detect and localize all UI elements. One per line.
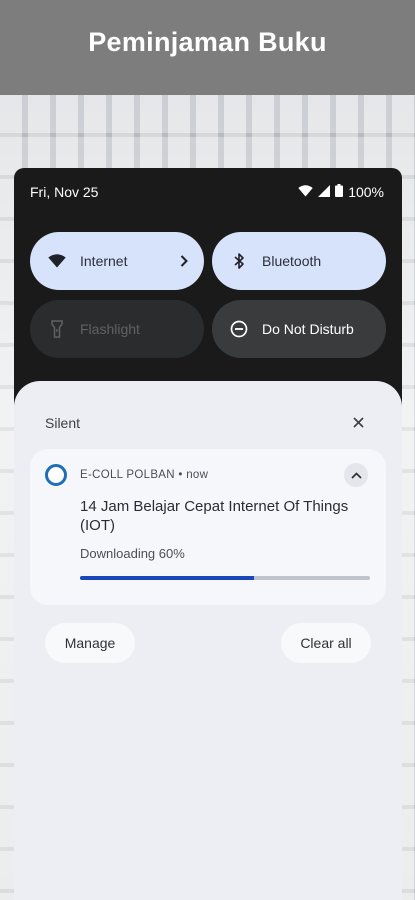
status-date: Fri, Nov 25: [30, 184, 99, 200]
tile-label: Bluetooth: [262, 253, 322, 269]
flashlight-icon: [46, 318, 68, 340]
progress-fill: [80, 576, 254, 580]
status-icons: 100%: [298, 184, 384, 200]
notification-shade: Silent E-COLL POLBAN • now 14 Jam Belaja…: [14, 381, 402, 900]
separator: •: [178, 469, 183, 481]
battery-percent: 100%: [348, 184, 384, 200]
wifi-icon: [298, 184, 313, 200]
bluetooth-icon: [228, 250, 250, 272]
tile-label: Do Not Disturb: [262, 321, 354, 337]
clear-all-button[interactable]: Clear all: [281, 623, 371, 663]
manage-button[interactable]: Manage: [45, 623, 135, 663]
notification-time: now: [186, 469, 209, 481]
banner-title: Peminjaman Buku: [88, 27, 327, 57]
tile-flashlight[interactable]: Flashlight: [30, 300, 204, 358]
tile-do-not-disturb[interactable]: Do Not Disturb: [212, 300, 386, 358]
notification-card[interactable]: E-COLL POLBAN • now 14 Jam Belajar Cepat…: [30, 449, 386, 605]
chevron-right-icon: [180, 255, 188, 267]
close-icon[interactable]: [348, 412, 368, 432]
tile-label: Internet: [80, 253, 128, 269]
phone-screen: Fri, Nov 25 100% Internet Bluetooth Flas…: [14, 168, 402, 900]
app-name: E-COLL POLBAN: [80, 469, 175, 481]
section-label: Silent: [45, 415, 81, 431]
signal-icon: [318, 184, 331, 200]
clear-all-label: Clear all: [300, 635, 352, 651]
app-icon: [45, 464, 67, 486]
collapse-button[interactable]: [344, 463, 368, 487]
notification-header: E-COLL POLBAN • now: [80, 469, 208, 481]
banner: Peminjaman Buku: [0, 0, 415, 95]
tile-internet[interactable]: Internet: [30, 232, 204, 290]
status-bar: Fri, Nov 25 100%: [14, 168, 402, 216]
wifi-icon: [46, 250, 68, 272]
notification-text: Downloading 60%: [80, 546, 185, 561]
manage-label: Manage: [64, 635, 116, 651]
tile-bluetooth[interactable]: Bluetooth: [212, 232, 386, 290]
battery-icon: [335, 184, 344, 200]
tile-label: Flashlight: [80, 321, 140, 337]
notification-title: 14 Jam Belajar Cepat Internet Of Things …: [80, 498, 349, 534]
dnd-icon: [228, 318, 250, 340]
download-progress-bar: [80, 576, 370, 580]
